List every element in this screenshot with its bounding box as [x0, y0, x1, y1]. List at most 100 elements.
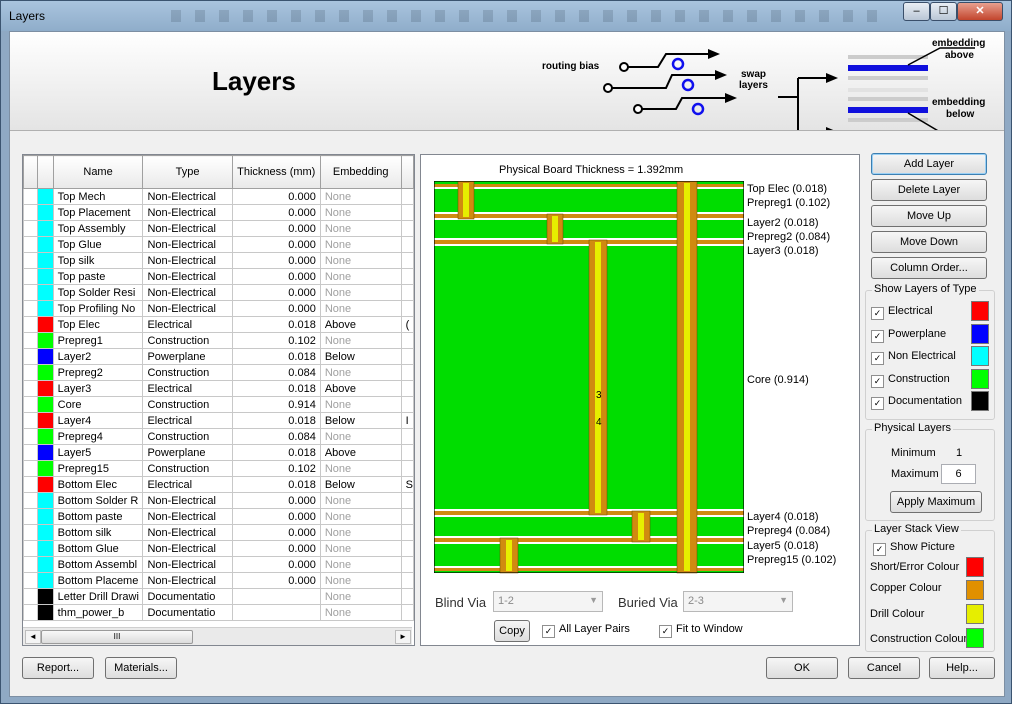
table-row[interactable]: Prepreg2 Construction 0.084 None: [23, 364, 414, 381]
layer-name-cell[interactable]: Layer4: [52, 412, 144, 429]
table-row[interactable]: Top paste Non-Electrical 0.000 None: [23, 268, 414, 285]
layer-name-cell[interactable]: Bottom Glue: [52, 540, 144, 557]
report-button[interactable]: Report...: [22, 657, 94, 679]
layer-embedding-cell[interactable]: Above: [319, 380, 402, 397]
layer-type-cell[interactable]: Electrical: [142, 316, 233, 333]
layer-thickness-cell[interactable]: 0.000: [231, 492, 321, 509]
layer-color-swatch[interactable]: [37, 572, 54, 589]
add-layer-button[interactable]: Add Layer: [871, 153, 987, 175]
layer-extra-cell[interactable]: [400, 220, 414, 237]
show-layer-type-checkbox[interactable]: ✓ Non Electrical: [871, 350, 956, 365]
layer-name-cell[interactable]: Bottom paste: [52, 508, 144, 525]
layer-name-cell[interactable]: Bottom Assembl: [52, 556, 144, 573]
layer-thickness-cell[interactable]: 0.000: [231, 252, 321, 269]
layer-extra-cell[interactable]: [400, 428, 414, 445]
show-layer-type-checkbox[interactable]: ✓ Documentation: [871, 395, 962, 410]
layer-name-cell[interactable]: Letter Drill Drawi: [52, 588, 144, 605]
layer-thickness-cell[interactable]: 0.000: [231, 236, 321, 253]
layer-color-swatch[interactable]: [37, 460, 54, 477]
layer-embedding-cell[interactable]: None: [319, 460, 402, 477]
layer-type-cell[interactable]: Documentatio: [142, 604, 233, 621]
layer-embedding-cell[interactable]: None: [319, 220, 402, 237]
layer-type-cell[interactable]: Electrical: [142, 476, 233, 493]
layer-thickness-cell[interactable]: 0.000: [231, 572, 321, 589]
layer-type-colour-swatch[interactable]: [971, 301, 989, 321]
table-row[interactable]: Top Elec Electrical 0.018 Above(: [23, 316, 414, 333]
layer-type-cell[interactable]: Powerplane: [142, 348, 233, 365]
layer-embedding-cell[interactable]: None: [319, 268, 402, 285]
table-row[interactable]: Bottom silk Non-Electrical 0.000 None: [23, 524, 414, 541]
table-row[interactable]: Bottom Placeme Non-Electrical 0.000 None: [23, 572, 414, 589]
layer-extra-cell[interactable]: [400, 364, 414, 381]
layer-color-swatch[interactable]: [37, 332, 54, 349]
layer-extra-cell[interactable]: [400, 284, 414, 301]
layer-thickness-cell[interactable]: 0.018: [231, 476, 321, 493]
layer-type-cell[interactable]: Construction: [142, 364, 233, 381]
layer-embedding-cell[interactable]: None: [319, 188, 402, 205]
ok-button[interactable]: OK: [766, 657, 838, 679]
layer-type-colour-swatch[interactable]: [971, 346, 989, 366]
layer-embedding-cell[interactable]: None: [319, 252, 402, 269]
layer-name-cell[interactable]: Top Assembly: [52, 220, 144, 237]
layer-type-cell[interactable]: Non-Electrical: [142, 236, 233, 253]
materials-button[interactable]: Materials...: [105, 657, 177, 679]
table-row[interactable]: Bottom Solder R Non-Electrical 0.000 None: [23, 492, 414, 509]
layer-extra-cell[interactable]: [400, 508, 414, 525]
table-row[interactable]: Layer5 Powerplane 0.018 Above: [23, 444, 414, 461]
table-row[interactable]: Bottom Assembl Non-Electrical 0.000 None: [23, 556, 414, 573]
layer-thickness-cell[interactable]: 0.018: [231, 316, 321, 333]
layer-name-cell[interactable]: Layer3: [52, 380, 144, 397]
layer-embedding-cell[interactable]: None: [319, 572, 402, 589]
layer-extra-cell[interactable]: [400, 588, 414, 605]
layer-color-swatch[interactable]: [37, 412, 54, 429]
horizontal-scrollbar[interactable]: ◄ III ►: [23, 627, 412, 645]
layer-name-cell[interactable]: Core: [52, 396, 144, 413]
layer-extra-cell[interactable]: (: [400, 316, 414, 333]
layer-embedding-cell[interactable]: None: [319, 428, 402, 445]
column-header-thickness[interactable]: Thickness (mm): [231, 155, 321, 189]
layer-name-cell[interactable]: thm_power_b: [52, 604, 144, 621]
layer-type-cell[interactable]: Construction: [142, 428, 233, 445]
maximum-input[interactable]: 6: [941, 464, 976, 484]
layer-thickness-cell[interactable]: 0.102: [231, 332, 321, 349]
table-row[interactable]: Letter Drill Drawi Documentatio None: [23, 588, 414, 605]
layer-type-cell[interactable]: Construction: [142, 460, 233, 477]
layer-embedding-cell[interactable]: Below: [319, 412, 402, 429]
layer-type-cell[interactable]: Powerplane: [142, 444, 233, 461]
layer-name-cell[interactable]: Prepreg2: [52, 364, 144, 381]
layer-type-cell[interactable]: Electrical: [142, 380, 233, 397]
layer-embedding-cell[interactable]: Above: [319, 444, 402, 461]
delete-layer-button[interactable]: Delete Layer: [871, 179, 987, 201]
layer-embedding-cell[interactable]: None: [319, 396, 402, 413]
layer-thickness-cell[interactable]: [231, 604, 321, 621]
layer-extra-cell[interactable]: I: [400, 412, 414, 429]
layer-color-swatch[interactable]: [37, 556, 54, 573]
column-header-embedding[interactable]: Embedding: [319, 155, 402, 189]
layer-thickness-cell[interactable]: 0.084: [231, 364, 321, 381]
layer-name-cell[interactable]: Top Glue: [52, 236, 144, 253]
short-error-colour-swatch[interactable]: [966, 557, 984, 577]
layer-extra-cell[interactable]: [400, 540, 414, 557]
layer-name-cell[interactable]: Top silk: [52, 252, 144, 269]
layer-name-cell[interactable]: Top paste: [52, 268, 144, 285]
table-row[interactable]: Top Assembly Non-Electrical 0.000 None: [23, 220, 414, 237]
buried-via-select[interactable]: 2-3 ▼: [683, 591, 793, 612]
layer-color-swatch[interactable]: [37, 396, 54, 413]
maximize-button[interactable]: ☐: [930, 2, 957, 21]
table-row[interactable]: Top Glue Non-Electrical 0.000 None: [23, 236, 414, 253]
layer-type-colour-swatch[interactable]: [971, 391, 989, 411]
layer-color-swatch[interactable]: [37, 604, 54, 621]
layer-type-cell[interactable]: Non-Electrical: [142, 492, 233, 509]
layer-color-swatch[interactable]: [37, 428, 54, 445]
layer-name-cell[interactable]: Prepreg4: [52, 428, 144, 445]
layers-grid[interactable]: Name Type Thickness (mm) Embedding Top M…: [22, 154, 415, 646]
layer-type-colour-swatch[interactable]: [971, 323, 989, 344]
layer-type-cell[interactable]: Non-Electrical: [142, 300, 233, 317]
layer-extra-cell[interactable]: S: [400, 476, 414, 493]
layer-thickness-cell[interactable]: 0.000: [231, 268, 321, 285]
table-row[interactable]: Layer3 Electrical 0.018 Above: [23, 380, 414, 397]
layer-type-cell[interactable]: Non-Electrical: [142, 540, 233, 557]
table-row[interactable]: Top Placement Non-Electrical 0.000 None: [23, 204, 414, 221]
layer-color-swatch[interactable]: [37, 300, 54, 317]
layer-thickness-cell[interactable]: 0.000: [231, 188, 321, 205]
